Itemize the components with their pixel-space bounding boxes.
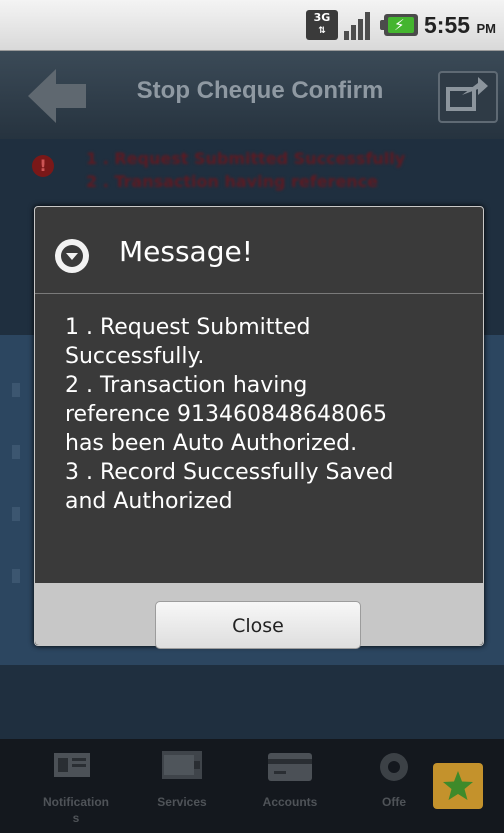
notifications-icon bbox=[54, 753, 90, 777]
message-dialog: Message! 1 . Request Submitted Successfu… bbox=[34, 206, 484, 649]
back-arrow-icon[interactable] bbox=[26, 67, 88, 125]
favorite-button[interactable] bbox=[433, 763, 483, 809]
message-line: 1 . Request Submitted bbox=[65, 315, 311, 340]
message-line: 2 . Transaction having bbox=[65, 373, 308, 398]
chevron-circle-icon bbox=[55, 239, 89, 273]
message-line: reference 913460848648065 bbox=[65, 402, 387, 427]
dialog-message: 1 . Request Submitted Successfully. 2 . … bbox=[65, 313, 465, 516]
app-header: Stop Cheque Confirm bbox=[0, 51, 504, 139]
nav-item-accounts[interactable]: Accounts bbox=[240, 739, 340, 833]
clock-time: 5:55 bbox=[424, 12, 471, 38]
nav-label-services: Services bbox=[157, 795, 207, 809]
nav-item-services[interactable]: Services bbox=[132, 739, 232, 833]
share-button[interactable] bbox=[438, 71, 498, 123]
accounts-icon bbox=[268, 753, 312, 781]
nav-label-notifications-wrap: s bbox=[72, 811, 80, 825]
network-type-label: 3G bbox=[313, 11, 331, 24]
nav-label-accounts: Accounts bbox=[262, 795, 318, 809]
close-button[interactable]: Close bbox=[155, 601, 361, 649]
signal-icon bbox=[344, 10, 374, 40]
error-message-2: 2 . Transaction having reference bbox=[86, 172, 379, 191]
nav-label-notifications: Notification bbox=[43, 795, 109, 809]
3g-icon: 3G ⇅ bbox=[306, 10, 338, 40]
dialog-title: Message! bbox=[119, 235, 253, 268]
message-line: Successfully. bbox=[65, 344, 205, 369]
nav-item-notifications[interactable]: Notification s bbox=[26, 739, 126, 833]
offers-icon bbox=[380, 753, 408, 781]
nav-label-offers: Offe bbox=[382, 795, 406, 809]
star-icon bbox=[443, 771, 473, 800]
message-line: has been Auto Authorized. bbox=[65, 431, 358, 456]
status-bar: 3G ⇅ ⚡ 5:55 PM bbox=[0, 0, 504, 51]
page-title: Stop Cheque Confirm bbox=[136, 77, 384, 104]
nav-item-offers[interactable]: Offe bbox=[364, 739, 424, 833]
status-clock: 5:55 PM bbox=[424, 10, 496, 40]
share-icon bbox=[446, 77, 488, 111]
message-line: 3 . Record Successfully Saved bbox=[65, 460, 394, 485]
bottom-nav: Notification s Services Accounts Offe bbox=[0, 739, 504, 833]
clock-ampm: PM bbox=[476, 21, 496, 36]
dialog-title-bar: Message! bbox=[35, 207, 483, 294]
services-icon bbox=[162, 751, 202, 779]
error-icon: ! bbox=[32, 155, 54, 177]
error-message-1: 1 . Request Submitted Successfully bbox=[86, 149, 406, 168]
message-line: and Authorized bbox=[65, 489, 233, 514]
battery-charging-icon: ⚡ bbox=[380, 14, 418, 36]
dialog-footer: Close bbox=[35, 583, 483, 649]
